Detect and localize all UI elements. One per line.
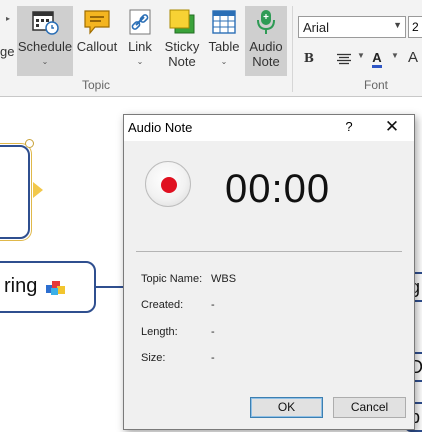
audio-label-line2: Note: [252, 54, 280, 69]
dialog-title: Audio Note: [128, 120, 193, 135]
topic-node-text: ring: [4, 275, 38, 297]
text-size-button[interactable]: A: [404, 47, 422, 69]
callout-label: Callout: [76, 39, 118, 54]
sticky-note-button[interactable]: Sticky Note: [161, 6, 203, 76]
schedule-label: Schedule: [17, 39, 73, 54]
bold-button[interactable]: B: [301, 47, 317, 69]
callout-bubble-icon: [84, 10, 110, 35]
link-label: Link: [128, 39, 152, 54]
chevron-down-icon: ⌄: [220, 57, 228, 66]
font-size-select[interactable]: 2: [408, 16, 422, 38]
schedule-button[interactable]: Schedule ⌄: [17, 6, 73, 76]
bold-label: B: [303, 51, 315, 65]
selected-topic-node[interactable]: [0, 145, 30, 239]
chevron-down-icon: ⌄: [136, 57, 144, 66]
colored-cubes-icon: [45, 280, 65, 295]
table-label: Table: [208, 39, 240, 54]
close-button[interactable]: ✕: [381, 117, 403, 137]
dialog-title-bar[interactable]: Audio Note ? ✕: [124, 115, 414, 141]
topic-node[interactable]: ring: [0, 261, 96, 313]
created-label: Created:: [141, 299, 184, 311]
audio-label-line1: Audio: [249, 39, 283, 54]
topic-name-label: Topic Name:: [141, 273, 203, 285]
size-label: Size:: [141, 352, 166, 364]
created-value: -: [211, 299, 215, 311]
table-button[interactable]: Table ⌄: [205, 6, 243, 76]
cancel-button[interactable]: Cancel: [333, 397, 406, 418]
ribbon-scroll-caret[interactable]: ▸: [6, 14, 10, 23]
sticky-note-icon: [169, 9, 195, 34]
connector-line: [96, 286, 124, 288]
record-icon: [161, 177, 177, 193]
length-label: Length:: [141, 326, 178, 338]
expand-arrow-icon[interactable]: [33, 182, 43, 198]
chevron-down-icon: ⌄: [41, 57, 49, 66]
topic-name-value: WBS: [211, 273, 237, 285]
font-family-value: Arial: [303, 20, 330, 35]
group-divider: [292, 6, 293, 92]
align-button[interactable]: [333, 47, 355, 69]
ok-button[interactable]: OK: [250, 397, 323, 418]
font-size-value: 2: [412, 20, 419, 34]
link-button[interactable]: Link ⌄: [123, 6, 157, 76]
microphone-icon: [257, 10, 275, 34]
ribbon-toolbar: ge ▸ Schedule ⌄ Callout Link ⌄ Sticky No…: [0, 0, 422, 97]
schedule-calendar-icon: [32, 11, 59, 35]
callout-button[interactable]: Callout: [75, 6, 119, 76]
text-size-label: A: [407, 49, 418, 66]
font-color-dropdown-icon[interactable]: ▼: [391, 51, 399, 60]
record-button[interactable]: [145, 161, 191, 207]
length-value: -: [211, 326, 215, 338]
recording-timer: 00:00: [225, 167, 331, 211]
font-color-label: A: [372, 51, 382, 68]
size-value: -: [211, 352, 215, 364]
font-family-select[interactable]: Arial ▼: [298, 16, 406, 38]
audio-note-button[interactable]: Audio Note: [245, 6, 287, 76]
dropdown-arrow-icon: ▼: [393, 20, 402, 30]
group-label-topic: Topic: [82, 78, 111, 92]
align-icon: [337, 53, 351, 64]
dialog-divider: [136, 251, 402, 252]
help-button[interactable]: ?: [342, 119, 356, 134]
font-color-button[interactable]: A: [367, 47, 387, 69]
link-icon: [129, 9, 151, 35]
audio-note-dialog: Audio Note ? ✕ 00:00 Topic Name: WBS Cre…: [123, 114, 415, 430]
group-label-font: Font: [364, 78, 389, 92]
ribbon-partial-label[interactable]: ge: [0, 44, 14, 59]
table-grid-icon: [212, 10, 236, 34]
align-dropdown-icon[interactable]: ▼: [357, 51, 365, 60]
sticky-label-line2: Note: [168, 54, 196, 69]
resize-handle[interactable]: [25, 139, 34, 148]
sticky-label-line1: Sticky: [164, 39, 200, 54]
